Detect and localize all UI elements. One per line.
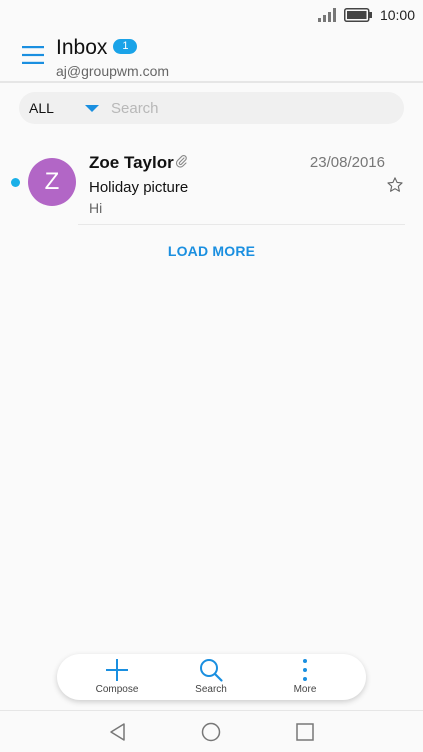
filter-search-bar: ALL [19,92,404,124]
page-title: Inbox [56,36,108,59]
home-icon[interactable] [201,722,221,742]
header-divider [0,81,423,83]
recents-icon[interactable] [295,722,315,742]
email-date: 23/08/2016 [309,154,385,171]
avatar[interactable]: Z [28,158,76,206]
email-preview: Hi [89,200,103,216]
email-sender: Zoe Taylor [89,153,174,172]
title-row: Inbox 1 [56,36,138,60]
back-icon[interactable] [108,722,128,742]
more-vertical-icon [303,659,307,681]
search-input[interactable] [111,99,381,117]
more-label: More [293,684,317,695]
signal-icon [317,8,336,22]
email-subject: Holiday picture [89,179,189,196]
header: Inbox 1 aj@groupwm.com [0,30,423,82]
list-item[interactable]: Z Zoe Taylor 23/08/2016 Holiday picture … [0,140,423,228]
unread-indicator [11,178,20,187]
list-divider [78,224,405,225]
system-nav-bar [0,710,423,752]
compose-button[interactable]: Compose [77,654,157,700]
battery-icon [343,8,372,22]
load-more-button[interactable]: LOAD MORE [0,243,423,259]
filter-dropdown[interactable]: ALL [29,100,85,116]
menu-icon[interactable] [22,46,44,64]
bottom-toolbar: Compose Search More [57,654,366,700]
search-label: Search [195,684,227,695]
attachment-icon [175,155,187,168]
more-button[interactable]: More [265,654,345,700]
unread-count-badge: 1 [113,38,138,54]
star-icon[interactable] [386,176,404,194]
plus-icon [106,659,128,681]
compose-label: Compose [95,684,139,695]
account-email: aj@groupwm.com [56,63,170,79]
status-bar: 10:00 [0,0,423,30]
search-icon [200,659,223,682]
chevron-down-icon[interactable] [85,104,99,112]
search-button[interactable]: Search [171,654,251,700]
status-time: 10:00 [379,7,415,23]
